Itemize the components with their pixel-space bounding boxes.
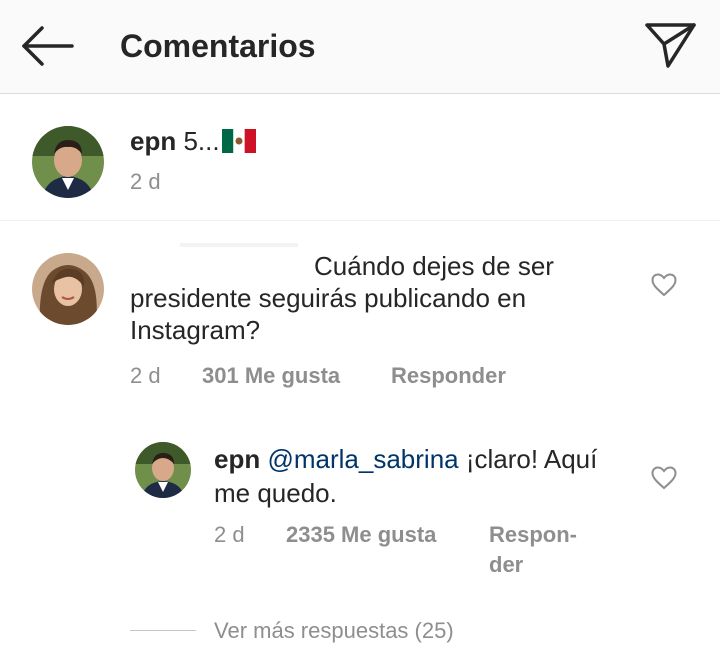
reply-likes[interactable]: 2335 Me gusta — [286, 520, 436, 550]
page-title: Comentarios — [120, 28, 316, 64]
top-bar: Comentarios — [0, 0, 720, 94]
mention-link[interactable]: @marla_sabrina — [267, 444, 458, 474]
avatar[interactable] — [32, 126, 104, 198]
caption-username[interactable]: epn — [130, 126, 176, 156]
redacted-username — [180, 243, 298, 247]
reply-button-label-line2: der — [489, 552, 524, 577]
reply-time: 2 d — [214, 522, 245, 547]
paper-plane-icon[interactable] — [644, 20, 698, 70]
reply-button[interactable]: Respon- der — [489, 520, 577, 580]
view-more-replies-link[interactable]: Ver más respuestas (25) — [214, 616, 454, 646]
avatar[interactable] — [32, 253, 104, 325]
mexico-flag-icon — [221, 127, 256, 161]
caption-text: 5... — [183, 126, 220, 156]
heart-icon[interactable] — [651, 273, 677, 297]
caption-time: 2 d — [130, 169, 161, 194]
comment-likes[interactable]: 301 Me gusta — [202, 361, 340, 391]
divider — [0, 220, 720, 221]
reply-text: epn @marla_sabrina ¡claro! Aquí me quedo… — [214, 442, 624, 510]
reply-button[interactable]: Responder — [391, 361, 506, 391]
reply-button-label-line1: Respon- — [489, 522, 577, 547]
reply-username[interactable]: epn — [214, 444, 260, 474]
avatar[interactable] — [135, 442, 191, 498]
divider — [130, 630, 196, 631]
back-arrow-icon[interactable] — [20, 24, 76, 68]
comment-text: Cuándo dejes de ser presidente seguirás … — [130, 251, 554, 345]
comment-time: 2 d — [130, 363, 161, 388]
caption: epn 5... — [130, 124, 256, 161]
heart-icon[interactable] — [651, 466, 677, 490]
